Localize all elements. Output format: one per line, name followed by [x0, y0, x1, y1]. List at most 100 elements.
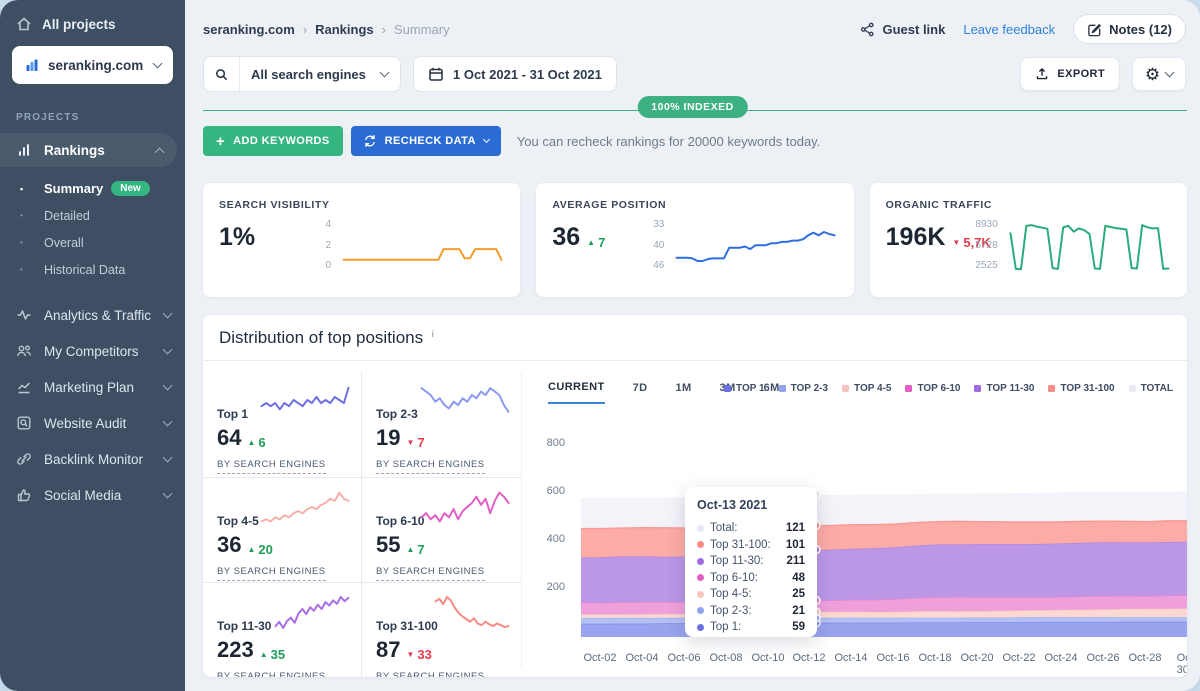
by-search-engines-link[interactable]: BY SEARCH ENGINES: [217, 459, 326, 474]
guest-link-button[interactable]: Guest link: [860, 22, 945, 37]
x-axis-label: Oct-30: [1177, 652, 1187, 676]
mini-title: Top 4-5: [217, 514, 259, 528]
leave-feedback-link[interactable]: Leave feedback: [963, 22, 1055, 37]
down-arrow-icon: ▼: [952, 238, 960, 247]
search-icon-box: [204, 57, 240, 91]
tab-current[interactable]: CURRENT: [548, 381, 605, 404]
by-search-engines-link[interactable]: BY SEARCH ENGINES: [376, 459, 485, 474]
y-axis-label: 600: [529, 485, 565, 497]
projects-section-label: PROJECTS: [16, 112, 185, 123]
traffic-sparkline: [1008, 219, 1171, 275]
date-range-picker[interactable]: 1 Oct 2021 - 31 Oct 2021: [413, 56, 617, 92]
chevron-down-icon: [163, 381, 173, 391]
chart-legend: TOP 1 TOP 2-3 TOP 4-5 TOP 6-10 TOP 11-30…: [724, 383, 1173, 394]
x-axis-label: Oct-02: [583, 652, 616, 664]
top1-mini-card: Top 1 64▲6 BY SEARCH ENGINES: [203, 371, 362, 478]
tooltip-row: Top 11-30:211: [697, 553, 805, 570]
share-icon: [860, 22, 875, 37]
sidebar-item-my-competitors[interactable]: My Competitors: [0, 333, 185, 369]
chevron-down-icon: [163, 309, 173, 319]
refresh-icon: [363, 134, 377, 148]
y-axis-label: 400: [529, 533, 565, 545]
legend-top2-3[interactable]: TOP 2-3: [779, 383, 828, 394]
tooltip-row: Top 31-100:101: [697, 537, 805, 554]
date-range-value: 1 Oct 2021 - 31 Oct 2021: [453, 67, 602, 82]
mini-delta: ▲35: [260, 647, 285, 662]
top6-10-dot-icon: [697, 574, 704, 581]
sidebar-item-historical-data[interactable]: • Historical Data: [0, 256, 185, 283]
sidebar-item-overall[interactable]: • Overall: [0, 229, 185, 256]
breadcrumb-project[interactable]: seranking.com: [203, 22, 295, 37]
tooltip-row: Top 2-3:21: [697, 603, 805, 620]
sidebar-item-marketing-plan[interactable]: Marketing Plan: [0, 369, 185, 405]
legend-top11-30[interactable]: TOP 11-30: [974, 383, 1034, 394]
tooltip-row: Total:121: [697, 520, 805, 537]
position-axis: 334046: [632, 219, 674, 271]
sidebar-item-website-audit[interactable]: Website Audit: [0, 405, 185, 441]
plan-icon: [16, 379, 32, 395]
x-axis-label: Oct-18: [918, 652, 951, 664]
info-icon[interactable]: i: [431, 328, 434, 340]
tab-7d[interactable]: 7D: [633, 382, 648, 403]
notes-label: Notes (12): [1109, 22, 1172, 37]
distribution-header: Distribution of top positions i: [203, 315, 1187, 361]
sidebar-item-social-media[interactable]: Social Media: [0, 477, 185, 513]
by-search-engines-link[interactable]: BY SEARCH ENGINES: [217, 671, 326, 677]
sidebar-item-summary[interactable]: ▪ Summary New: [0, 175, 185, 202]
add-keywords-button[interactable]: + ADD KEYWORDS: [203, 126, 343, 156]
breadcrumb-separator: ›: [382, 22, 386, 37]
stacked-area-chart[interactable]: [578, 430, 1187, 645]
legend-top1[interactable]: TOP 1: [724, 383, 765, 394]
sidebar-item-analytics-traffic[interactable]: Analytics & Traffic: [0, 297, 185, 333]
tooltip-row: Top 4-5:25: [697, 586, 805, 603]
card-title: SEARCH VISIBILITY: [219, 199, 504, 211]
mini-value: 64: [217, 425, 241, 451]
sidebar-item-backlink-monitor[interactable]: Backlink Monitor: [0, 441, 185, 477]
thumb-icon: [16, 487, 32, 503]
top11-30-dot-icon: [697, 558, 704, 565]
chevron-up-icon: [155, 147, 165, 157]
my-competitors-label: My Competitors: [44, 344, 152, 359]
audit-icon: [16, 415, 32, 431]
actions-row: + ADD KEYWORDS RECHECK DATA You can rech…: [203, 126, 820, 156]
card-title: ORGANIC TRAFFIC: [886, 199, 1171, 211]
top4-5-dot-icon: [697, 591, 704, 598]
new-badge: New: [111, 181, 150, 196]
x-axis-label: Oct-28: [1128, 652, 1161, 664]
project-name: seranking.com: [48, 58, 146, 73]
settings-button[interactable]: ⚙: [1132, 57, 1186, 91]
legend-top6-10[interactable]: TOP 6-10: [905, 383, 960, 394]
by-search-engines-link[interactable]: BY SEARCH ENGINES: [217, 566, 326, 581]
export-button[interactable]: EXPORT: [1020, 57, 1120, 91]
top11-30-mini-card: Top 11-30 223▲35 BY SEARCH ENGINES: [203, 583, 362, 677]
by-search-engines-link[interactable]: BY SEARCH ENGINES: [376, 566, 485, 581]
x-axis-label: Oct-16: [876, 652, 909, 664]
notes-button[interactable]: Notes (12): [1073, 14, 1186, 44]
legend-top4-5[interactable]: TOP 4-5: [842, 383, 891, 394]
recheck-data-button[interactable]: RECHECK DATA: [351, 126, 501, 156]
x-axis-label: Oct-12: [792, 652, 825, 664]
x-axis-label: Oct-08: [709, 652, 742, 664]
mini-delta: ▼7: [406, 435, 424, 450]
website-audit-label: Website Audit: [44, 416, 152, 431]
position-sparkline: [674, 219, 837, 275]
top4-5-mini-card: Top 4-5 36▲20 BY SEARCH ENGINES: [203, 478, 362, 583]
top1-sparkline: [259, 379, 351, 421]
project-selector[interactable]: seranking.com: [12, 46, 173, 84]
legend-total[interactable]: TOTAL: [1129, 383, 1173, 394]
analytics-traffic-label: Analytics & Traffic: [44, 308, 152, 323]
search-engines-select[interactable]: All search engines: [203, 56, 401, 92]
sidebar-item-rankings[interactable]: Rankings: [0, 133, 177, 167]
legend-top31-100[interactable]: TOP 31-100: [1048, 383, 1114, 394]
search-engines-value: All search engines: [240, 67, 381, 82]
by-search-engines-link[interactable]: BY SEARCH ENGINES: [376, 671, 485, 677]
detailed-label: Detailed: [44, 209, 90, 223]
traffic-chart: 893057282525: [966, 219, 1171, 275]
pencil-icon: [1087, 22, 1102, 37]
breadcrumb-rankings[interactable]: Rankings: [315, 22, 374, 37]
all-projects-link[interactable]: All projects: [0, 0, 185, 32]
chevron-down-icon: [1165, 68, 1175, 78]
sidebar-item-detailed[interactable]: • Detailed: [0, 202, 185, 229]
top2-3-dot-icon: [697, 607, 704, 614]
tab-1m[interactable]: 1M: [675, 382, 691, 403]
